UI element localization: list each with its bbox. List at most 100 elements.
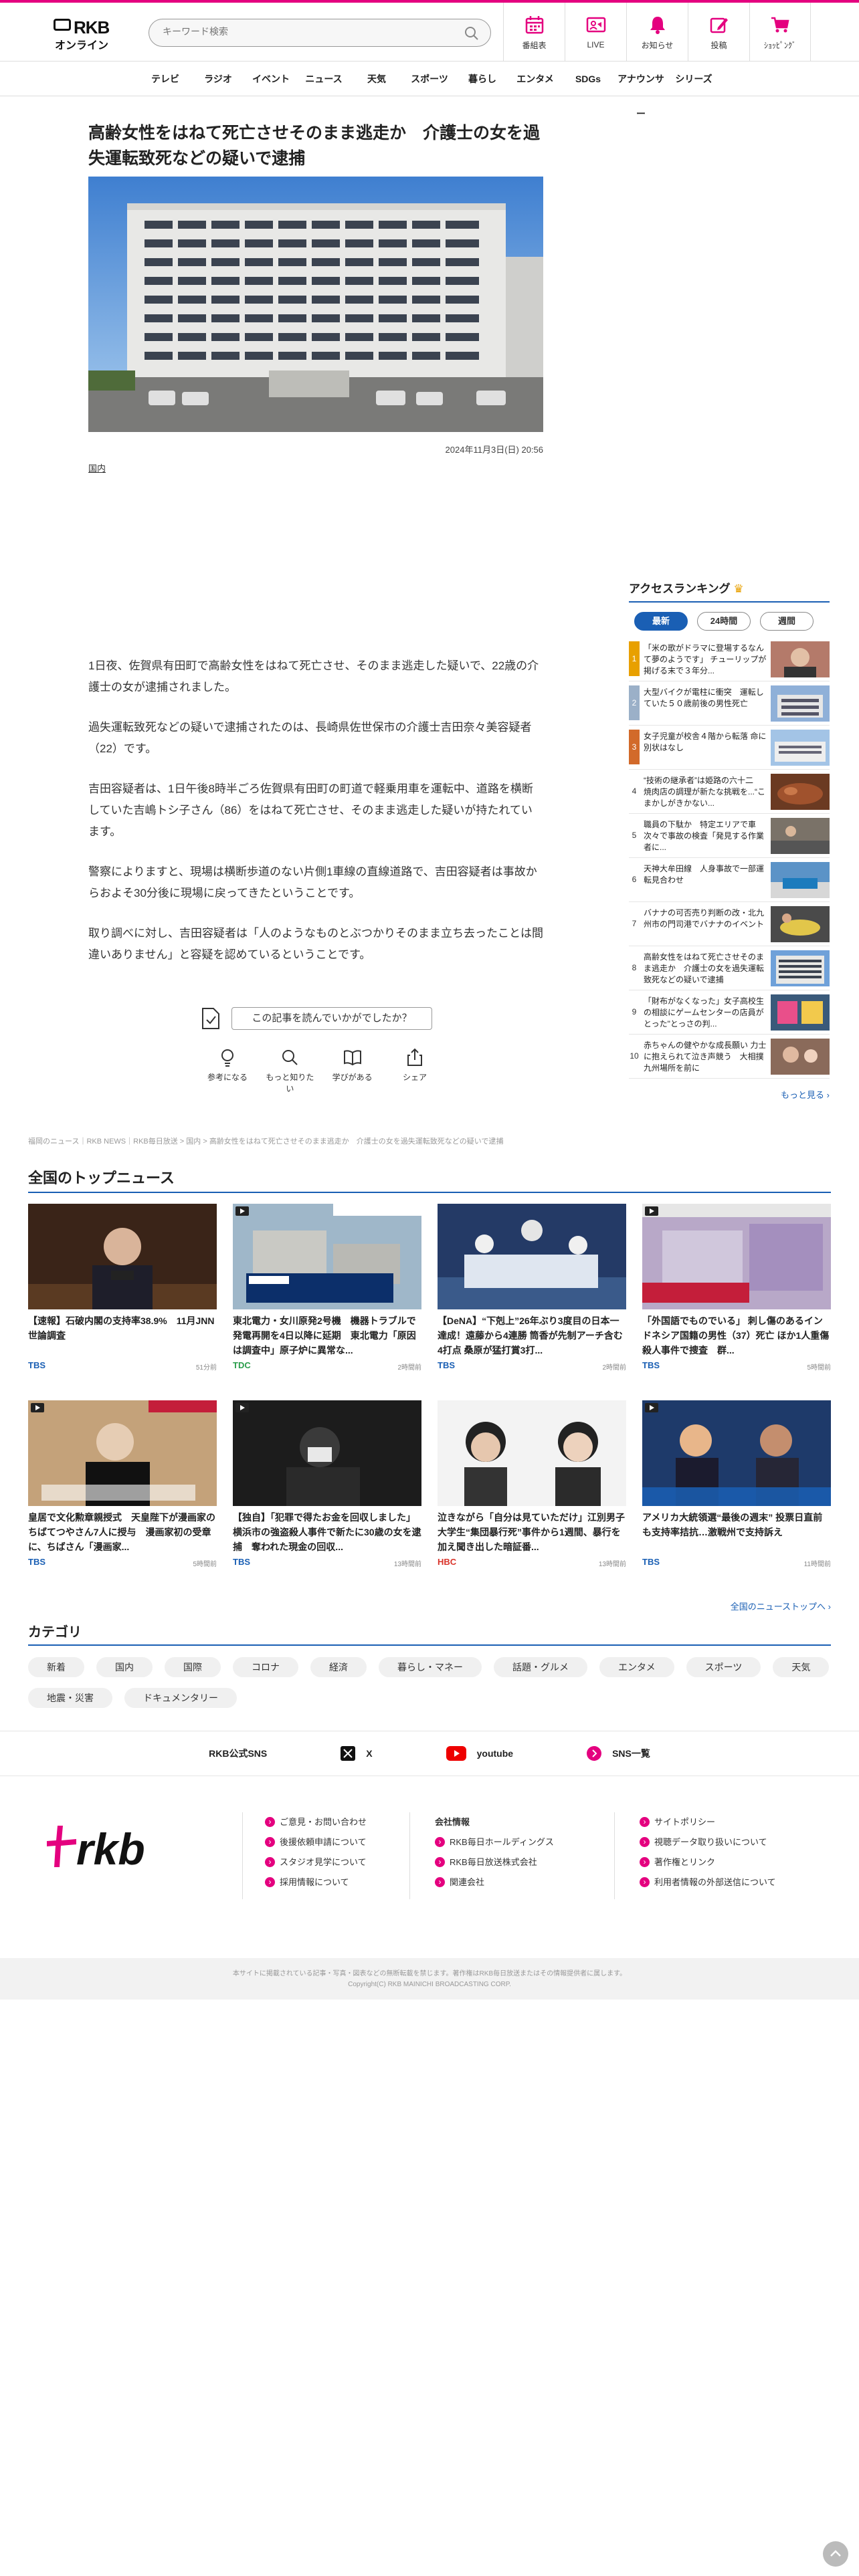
footer-divider bbox=[409, 1812, 410, 1899]
nav-post[interactable]: 投稿 bbox=[688, 3, 749, 62]
news-card[interactable]: 皇居で文化勲章親授式 天皇陛下が漫画家のちばてつやさん7人に授与 漫画家初の受章… bbox=[28, 1400, 217, 1574]
category-chip[interactable]: コロナ bbox=[233, 1657, 298, 1677]
catnav-sports[interactable]: スポーツ bbox=[403, 62, 456, 96]
footer-rkb-logo[interactable]: rkb bbox=[45, 1820, 166, 1874]
category-chip[interactable]: 暮らし・マネー bbox=[379, 1657, 482, 1677]
top-news-more-link[interactable]: 全国のニューストップへ › bbox=[731, 1600, 831, 1612]
x-logo-icon bbox=[341, 1746, 356, 1761]
video-badge-icon bbox=[235, 1403, 249, 1412]
footer-link[interactable]: 著作権とリンク bbox=[640, 1852, 776, 1872]
ranking-item[interactable]: 3 女子児童が校舎４階から転落 命に別状はなし bbox=[629, 726, 830, 770]
catnav-weather[interactable]: 天気 bbox=[351, 62, 403, 96]
rank-number: 6 bbox=[632, 875, 637, 884]
news-thumbnail bbox=[642, 1400, 831, 1506]
news-time: 5時間前 bbox=[807, 1364, 831, 1372]
catnav-series[interactable]: シリーズ bbox=[668, 62, 721, 96]
top-news-row-2: 皇居で文化勲章親授式 天皇陛下が漫画家のちばてつやさん7人に授与 漫画家初の受章… bbox=[28, 1400, 831, 1574]
category-chip[interactable]: 経済 bbox=[310, 1657, 367, 1677]
category-nav: テレビ ラジオ イベント ニュース 天気 スポーツ 暮らし エンタメ SDGs … bbox=[0, 62, 859, 119]
news-card[interactable]: 【独自】「犯罪で得たお金を回収しました」横浜市の強盗殺人事件で新たに30歳の女を… bbox=[233, 1400, 421, 1574]
ranking-item[interactable]: 10 赤ちゃんの健やかな成長願い 力士に抱えられて泣き声競う 大相撲九州場所を前に bbox=[629, 1035, 830, 1079]
nav-notifications[interactable]: お知らせ bbox=[626, 3, 688, 62]
category-chip[interactable]: ドキュメンタリー bbox=[124, 1688, 237, 1708]
catnav-news[interactable]: ニュース bbox=[298, 62, 351, 96]
copyright-notice: 本サイトに掲載されている記事・写真・図表などの無断転載を禁じます。著作権はRKB… bbox=[232, 1970, 627, 1977]
footer-col-2: 会社情報 RKB毎日ホールディングス RKB毎日放送株式会社 関連会社 bbox=[435, 1812, 554, 1893]
footer-link[interactable]: サイトポリシー bbox=[640, 1812, 776, 1832]
category-chip[interactable]: 国内 bbox=[96, 1657, 153, 1677]
catnav-radio[interactable]: ラジオ bbox=[192, 62, 245, 96]
reaction-label: 学びがある bbox=[332, 1073, 373, 1082]
sns-youtube-link[interactable]: youtube bbox=[446, 1746, 513, 1761]
share-icon bbox=[407, 1048, 422, 1066]
svg-text:rkb: rkb bbox=[76, 1824, 145, 1874]
nav-program-guide[interactable]: 番組表 bbox=[503, 3, 565, 62]
reaction-learn-button[interactable]: 学びがある bbox=[326, 1047, 379, 1094]
footer-link[interactable]: 後援依頼申請について bbox=[265, 1832, 367, 1852]
category-chip[interactable]: 国際 bbox=[165, 1657, 221, 1677]
category-chip[interactable]: 地震・災害 bbox=[28, 1688, 112, 1708]
ranking-item[interactable]: 2 大型バイクが電柱に衝突 運転していた５０歳前後の男性死亡 bbox=[629, 681, 830, 726]
back-to-top-button[interactable] bbox=[823, 2541, 848, 2567]
sns-list-link[interactable]: SNS一覧 bbox=[587, 1746, 650, 1761]
breadcrumb[interactable]: 福岡のニュース｜RKB NEWS｜RKB毎日放送 > 国内 > 高齢女性をはねて… bbox=[28, 1136, 697, 1146]
footer-link[interactable]: 利用者情報の外部送信について bbox=[640, 1872, 776, 1893]
news-card[interactable]: 「外国語でものでいる」 刺し傷のあるインドネシア国籍の男性（37）死亡 ほか1人… bbox=[642, 1204, 831, 1378]
news-card[interactable]: 【DeNA】“下剋上”26年ぶり3度目の日本一達成！遠藤から4連勝 筒香が先制ア… bbox=[438, 1204, 626, 1378]
footer-link[interactable]: 採用情報について bbox=[265, 1872, 367, 1893]
footer-link[interactable]: 視聴データ取り扱いについて bbox=[640, 1832, 776, 1852]
nav-live[interactable]: LIVE bbox=[565, 3, 626, 62]
footer-link[interactable]: RKB毎日放送株式会社 bbox=[435, 1852, 554, 1872]
article-tag[interactable]: 国内 bbox=[88, 461, 106, 474]
sns-x-link[interactable]: X bbox=[341, 1746, 373, 1761]
news-card[interactable]: 東北電力・女川原発2号機 機器トラブルで発電再開を4日以降に延期 東北電力「原因… bbox=[233, 1204, 421, 1378]
ranking-item[interactable]: 8 高齢女性をはねて死亡させそのまま逃走か 介護士の女を過失運転致死などの疑いで逮… bbox=[629, 946, 830, 990]
search-icon[interactable] bbox=[464, 25, 480, 41]
rank-number: 1 bbox=[629, 641, 640, 676]
article-header: 高齢女性をはねて死亡させそのまま逃走か 介護士の女を過失運転致死などの疑いで逮捕 bbox=[88, 120, 543, 171]
catnav-event[interactable]: イベント bbox=[245, 62, 298, 96]
category-chip[interactable]: エンタメ bbox=[599, 1657, 674, 1677]
catnav-entertainment[interactable]: エンタメ bbox=[509, 62, 562, 96]
news-card[interactable]: アメリカ大統領選“最後の週末” 投票日直前も支持率拮抗…激戦州で支持訴え TBS… bbox=[642, 1400, 831, 1574]
reaction-more-button[interactable]: もっと知りたい bbox=[263, 1047, 316, 1094]
nav-label: 番組表 bbox=[522, 40, 547, 50]
ranking-tab-weekly[interactable]: 週間 bbox=[760, 612, 814, 631]
ranking-tab-24h[interactable]: 24時間 bbox=[697, 612, 751, 631]
footer-link[interactable]: RKB毎日ホールディングス bbox=[435, 1832, 554, 1852]
nav-shopping[interactable]: ｼｮｯﾋﾟﾝｸﾞ bbox=[749, 3, 811, 62]
catnav-sdgs[interactable]: SDGs bbox=[562, 62, 615, 96]
ranking-item[interactable]: 7 バナナの可否売り判断の改・北九州市の門司港でバナナのイベント bbox=[629, 902, 830, 946]
category-chip[interactable]: 天気 bbox=[773, 1657, 830, 1677]
ranking-more-link[interactable]: もっと見る › bbox=[629, 1088, 830, 1101]
news-card[interactable]: 【速報】石破内閣の支持率38.9% 11月JNN世論調査 TBS 51分前 bbox=[28, 1204, 217, 1378]
search-input[interactable] bbox=[163, 26, 457, 37]
ranking-item[interactable]: 5 職員の下駄か 特定エリアで車次々で事故の検査「発見する作業者に... bbox=[629, 814, 830, 858]
ranking-item[interactable]: 1 「米の歌がドラマに登場するなんて夢のようです」 チューリップが掲げる末で３年分… bbox=[629, 637, 830, 681]
reaction-helpful-button[interactable]: 参考になる bbox=[201, 1047, 254, 1094]
footer-link[interactable]: 関連会社 bbox=[435, 1872, 554, 1893]
catnav-living[interactable]: 暮らし bbox=[456, 62, 509, 96]
nav-label: 投稿 bbox=[710, 40, 727, 50]
rank-number: 8 bbox=[632, 963, 637, 972]
police-building-image bbox=[88, 177, 543, 432]
catnav-announcer[interactable]: アナウンサー bbox=[615, 62, 668, 119]
share-button[interactable]: シェア bbox=[388, 1047, 442, 1094]
footer-link[interactable]: ご意見・お問い合わせ bbox=[265, 1812, 367, 1832]
footer-link[interactable]: スタジオ見学について bbox=[265, 1852, 367, 1872]
rank-number: 2 bbox=[629, 685, 640, 720]
copyright-text: Copyright(C) RKB MAINICHI BROADCASTING C… bbox=[348, 1981, 511, 1988]
catnav-tv[interactable]: テレビ bbox=[139, 62, 192, 96]
news-thumbnail bbox=[642, 1204, 831, 1309]
category-chip[interactable]: 新着 bbox=[28, 1657, 84, 1677]
access-ranking: アクセスランキング ♛ 最新 24時間 週間 1 「米の歌がドラマに登場するなんて… bbox=[629, 579, 830, 1101]
rkb-logo[interactable]: RKB オンライン bbox=[54, 17, 112, 51]
ranking-item[interactable]: 6 天神大牟田線 人身事故で一部運転見合わせ bbox=[629, 858, 830, 902]
ranking-tab-latest[interactable]: 最新 bbox=[634, 612, 688, 631]
category-chip[interactable]: 話題・グルメ bbox=[494, 1657, 587, 1677]
ranking-item[interactable]: 4 “技術の継承者”は姫路の六十二 焼肉店の調理が新たな挑戦を...“こまかしがき… bbox=[629, 770, 830, 814]
category-chip[interactable]: スポーツ bbox=[686, 1657, 761, 1677]
ranking-item[interactable]: 9 「財布がなくなった」女子高校生の相談にゲームセンターの店員がとった"とっさの判… bbox=[629, 990, 830, 1035]
footer-divider bbox=[614, 1812, 615, 1899]
news-card[interactable]: 泣きながら「自分は見ていただけ」江別男子大学生“集団暴行死”事件から1週間、暴行… bbox=[438, 1400, 626, 1574]
